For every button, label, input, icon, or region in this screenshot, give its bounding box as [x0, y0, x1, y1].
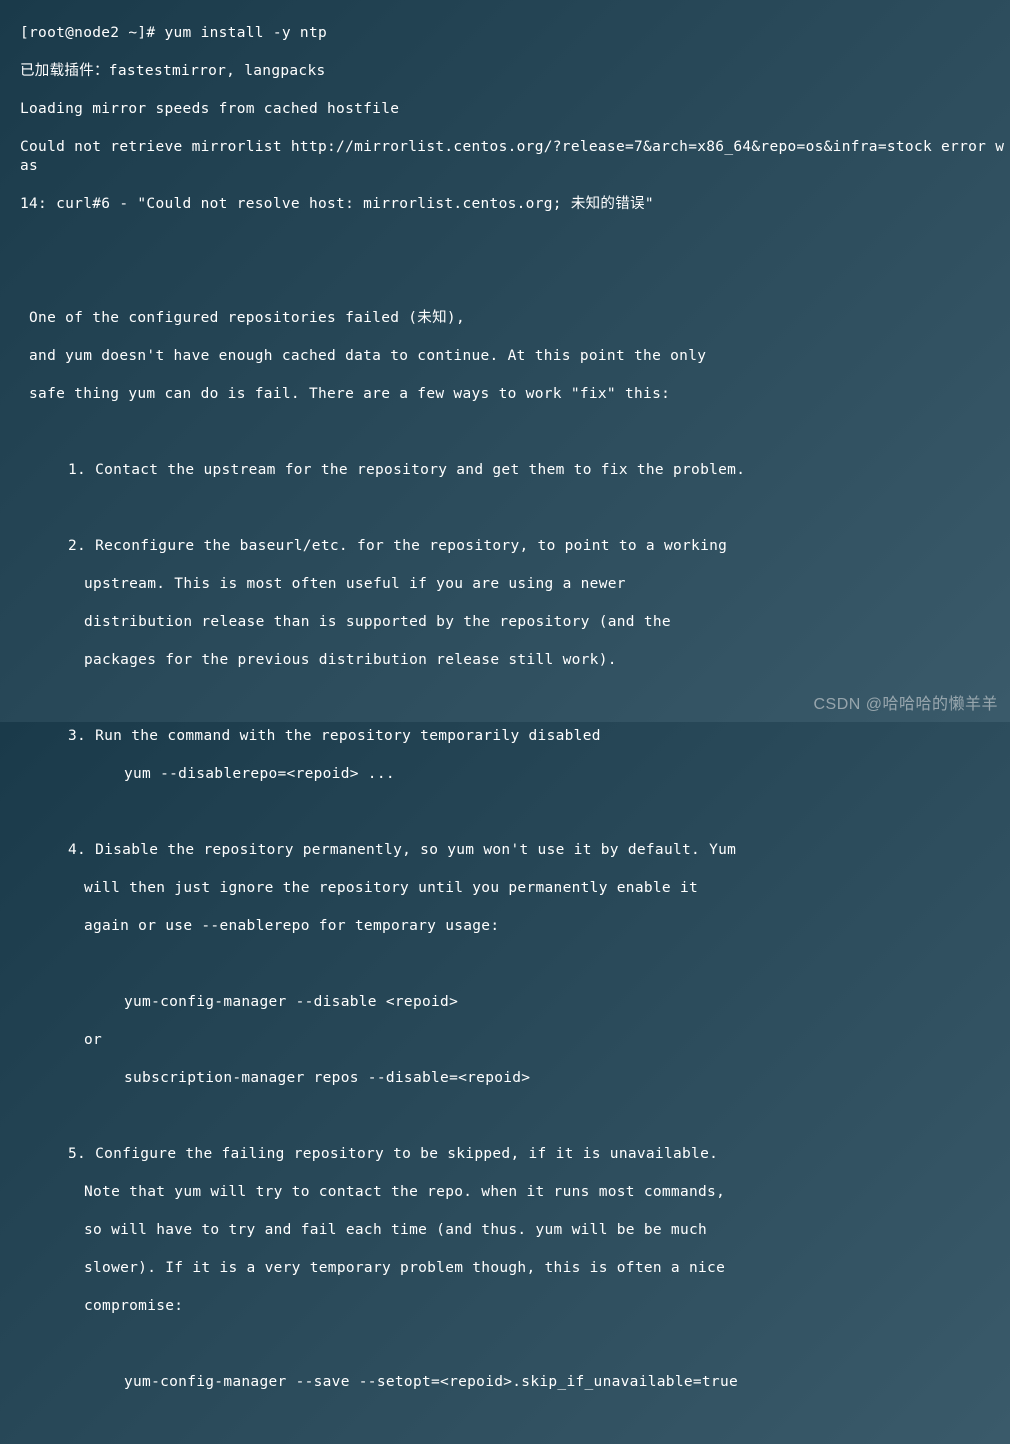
output-line: Could not retrieve mirrorlist http://mir…	[20, 138, 1010, 176]
terminal-output: [root@node2 ~]# yum install -y ntp 已加载插件…	[20, 5, 1010, 1444]
list-item: yum --disablerepo=<repoid> ...	[20, 765, 1010, 784]
blank-line	[20, 803, 1010, 822]
list-item: so will have to try and fail each time (…	[20, 1221, 1010, 1240]
list-item: or	[20, 1031, 1010, 1050]
blank-line	[20, 499, 1010, 518]
list-item: will then just ignore the repository unt…	[20, 879, 1010, 898]
list-item: 2. Reconfigure the baseurl/etc. for the …	[20, 537, 1010, 556]
list-item: 4. Disable the repository permanently, s…	[20, 841, 1010, 860]
list-item: yum-config-manager --disable <repoid>	[20, 993, 1010, 1012]
list-item: 1. Contact the upstream for the reposito…	[20, 461, 1010, 480]
blank-line	[20, 271, 1010, 290]
blank-line	[20, 423, 1010, 442]
blank-line	[20, 1335, 1010, 1354]
output-line: One of the configured repositories faile…	[20, 309, 1010, 328]
list-item: yum-config-manager --save --setopt=<repo…	[20, 1373, 1010, 1392]
output-line: and yum doesn't have enough cached data …	[20, 347, 1010, 366]
blank-line	[20, 955, 1010, 974]
list-item: 5. Configure the failing repository to b…	[20, 1145, 1010, 1164]
blank-line	[20, 233, 1010, 252]
list-item: again or use --enablerepo for temporary …	[20, 917, 1010, 936]
blank-line	[20, 1107, 1010, 1126]
blank-line	[20, 1411, 1010, 1430]
prompt-line: [root@node2 ~]# yum install -y ntp	[20, 24, 1010, 43]
watermark-text: CSDN @哈哈哈的懒羊羊	[813, 695, 998, 714]
list-item: Note that yum will try to contact the re…	[20, 1183, 1010, 1202]
list-item: slower). If it is a very temporary probl…	[20, 1259, 1010, 1278]
list-item: upstream. This is most often useful if y…	[20, 575, 1010, 594]
output-line: safe thing yum can do is fail. There are…	[20, 385, 1010, 404]
list-item: subscription-manager repos --disable=<re…	[20, 1069, 1010, 1088]
list-item: packages for the previous distribution r…	[20, 651, 1010, 670]
list-item: 3. Run the command with the repository t…	[20, 727, 1010, 746]
list-item: compromise:	[20, 1297, 1010, 1316]
list-item: distribution release than is supported b…	[20, 613, 1010, 632]
output-line: 14: curl#6 - "Could not resolve host: mi…	[20, 195, 1010, 214]
output-line: 已加载插件：fastestmirror, langpacks	[20, 62, 1010, 81]
output-line: Loading mirror speeds from cached hostfi…	[20, 100, 1010, 119]
